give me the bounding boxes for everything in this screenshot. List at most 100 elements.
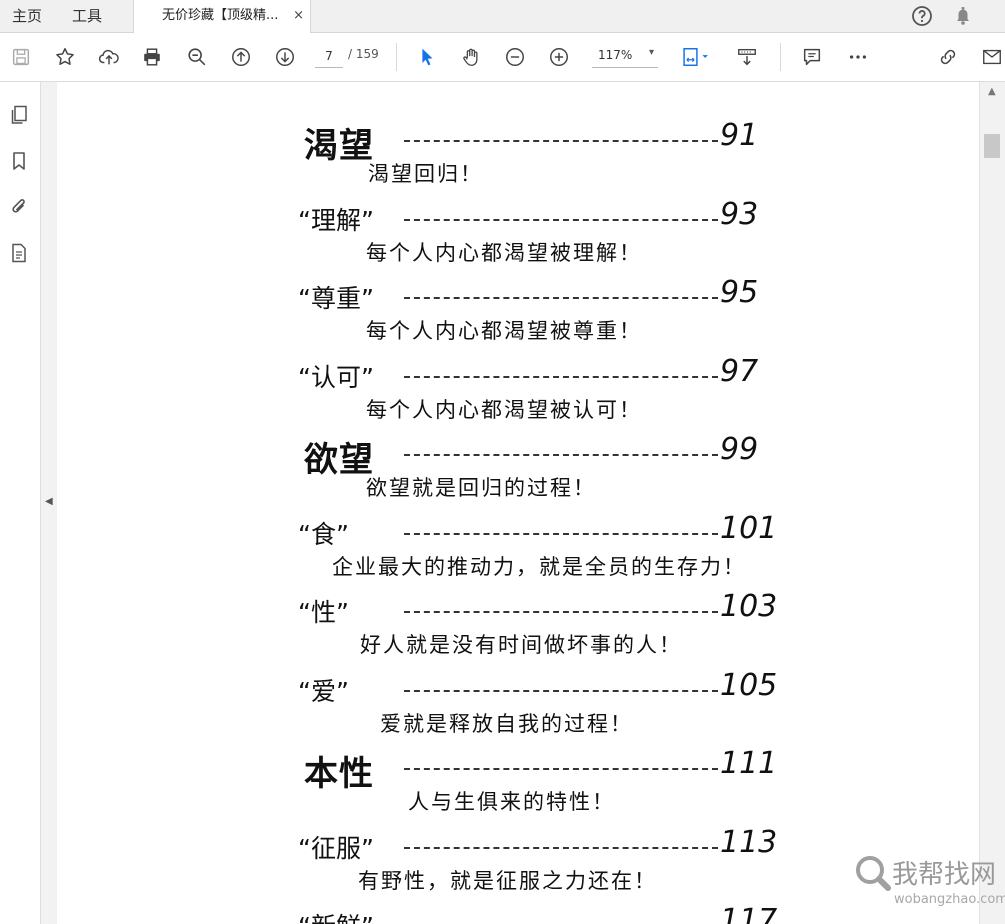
- page-thumbnails-button[interactable]: [8, 104, 30, 126]
- help-icon[interactable]: [910, 4, 934, 28]
- page-number-input[interactable]: [315, 45, 343, 68]
- toc-leader-dots: [404, 375, 718, 378]
- toolbar-divider: [396, 43, 397, 71]
- toc-entry-subtitle: 每个人内心都渴望被认可！: [366, 397, 642, 422]
- toc-page-number: 93: [720, 196, 759, 232]
- scroll-mode-button[interactable]: [734, 44, 760, 70]
- zoom-search-button[interactable]: [184, 44, 210, 70]
- zoom-select[interactable]: 117% ▾: [592, 45, 658, 68]
- toc-entry-subtitle: 欲望就是回归的过程！: [366, 476, 596, 500]
- toolbar-divider: [780, 43, 781, 71]
- cloud-upload-icon: [98, 49, 119, 65]
- save-button[interactable]: [8, 44, 34, 70]
- toc-leader-dots: [404, 297, 718, 299]
- printer-icon: [144, 48, 160, 66]
- pages-icon: [11, 105, 27, 124]
- toc-leader-dots: [404, 689, 718, 692]
- toc-entry-subtitle: 企业最大的推动力，就是全员的生存力！: [332, 554, 746, 579]
- toc-leader-dots: [404, 532, 718, 535]
- document-icon: [12, 243, 26, 263]
- fit-page-icon: [683, 48, 708, 66]
- tab-home[interactable]: 主页: [12, 0, 42, 32]
- scroll-up-icon[interactable]: ▲: [988, 86, 996, 97]
- upload-button[interactable]: [96, 44, 122, 70]
- toc-page-number: 91: [720, 118, 759, 153]
- zoom-in-icon: [550, 48, 568, 66]
- next-page-button[interactable]: [272, 44, 298, 70]
- zoom-out-icon: [506, 48, 524, 66]
- toc-entry-title: “爱”: [298, 676, 349, 706]
- share-link-button[interactable]: [935, 44, 961, 70]
- scrollbar-thumb[interactable]: [984, 134, 1000, 158]
- scroll-mode-icon: [738, 48, 756, 66]
- toc-entry-subtitle: 渴望回归！: [368, 162, 483, 186]
- watermark: 我帮找网 wobangzhao.com: [852, 852, 1005, 920]
- chevron-left-icon: ◀: [45, 496, 53, 507]
- vertical-scrollbar[interactable]: ▲: [979, 82, 1005, 924]
- paperclip-icon: [12, 199, 25, 213]
- prev-page-button[interactable]: [228, 44, 254, 70]
- zoom-in-button[interactable]: [546, 44, 572, 70]
- toc-entry-subtitle: 每个人内心都渴望被理解！: [366, 240, 642, 265]
- zoom-out-button[interactable]: [502, 44, 528, 70]
- watermark-url: wobangzhao.com: [894, 892, 1005, 907]
- toc-entry-title: 渴望: [304, 126, 374, 166]
- toc-entry-subtitle: 人与生俱来的特性！: [408, 790, 615, 814]
- sign-button[interactable]: [979, 44, 1005, 70]
- tab-tools[interactable]: 工具: [72, 0, 102, 32]
- arrow-up-circle-icon: [232, 48, 250, 66]
- toc-page-number: 103: [720, 589, 778, 624]
- attachments-panel-button[interactable]: [8, 196, 30, 218]
- print-button[interactable]: [139, 44, 165, 70]
- document-properties-button[interactable]: [8, 242, 30, 264]
- toc-page-number: 105: [720, 667, 778, 703]
- toc-page-number: 97: [720, 353, 759, 389]
- toc-entry-subtitle: 每个人内心都渴望被尊重！: [366, 319, 642, 343]
- toc-leader-dots: [404, 846, 718, 849]
- close-tab-button[interactable]: ×: [293, 0, 304, 32]
- magnifier-logo-icon: [856, 856, 891, 891]
- sign-icon: [983, 49, 1001, 65]
- comment-icon: [803, 48, 821, 66]
- document-page[interactable]: 渴望 91 渴望回归！ “理解” 93 每个人内心都渴望被理解！ “尊重” 95 每个人内心都渴…: [58, 82, 979, 924]
- toc-entry-title: “性”: [298, 598, 349, 627]
- hand-icon: [463, 48, 478, 66]
- tab-document[interactable]: 无价珍藏【顶级精... ×: [133, 0, 311, 33]
- zoom-search-icon: [188, 48, 206, 66]
- bookmarks-panel-button[interactable]: [8, 150, 30, 172]
- more-button[interactable]: [845, 44, 871, 70]
- toc-page-number: 99: [720, 432, 759, 467]
- toolbar: / 159 117% ▾: [0, 33, 1005, 82]
- toc-entry-title: “新鲜”: [298, 907, 374, 924]
- bookmark-icon: [13, 152, 25, 170]
- toc-entry-title: “食”: [298, 519, 349, 549]
- comment-button[interactable]: [799, 44, 825, 70]
- toc-entry-subtitle: 爱就是释放自我的过程！: [380, 711, 633, 736]
- toc-leader-dots: [404, 768, 718, 770]
- link-icon: [940, 49, 956, 65]
- bell-icon[interactable]: [951, 4, 975, 28]
- chevron-down-icon: ▾: [648, 47, 654, 58]
- toc-entry-title: “尊重”: [298, 284, 374, 313]
- toc-entry-title: 欲望: [304, 440, 374, 480]
- toc-entry-title: “认可”: [298, 362, 374, 392]
- toc-entry-subtitle: 好人就是没有时间做坏事的人！: [360, 633, 682, 657]
- bookmark-star-button[interactable]: [52, 44, 78, 70]
- star-icon: [56, 48, 74, 65]
- pointer-icon: [422, 48, 433, 66]
- side-panel-toggle[interactable]: ◀: [41, 82, 57, 924]
- tab-document-label: 无价珍藏【顶级精...: [162, 8, 279, 23]
- toc-leader-dots: [404, 140, 718, 142]
- hand-tool-button[interactable]: [458, 44, 484, 70]
- fit-page-button[interactable]: [678, 44, 714, 70]
- toc-entry-subtitle: 有野性，就是征服之力还在！: [358, 868, 657, 893]
- zoom-value: 117%: [598, 48, 633, 62]
- toc-page-number: 117: [720, 903, 778, 924]
- toc-page-number: 95: [720, 275, 759, 310]
- select-tool-button[interactable]: [414, 44, 440, 70]
- toc-leader-dots: [404, 611, 718, 613]
- toc-leader-dots: [404, 218, 718, 221]
- toc-page-number: 101: [720, 510, 778, 546]
- tab-bar: 主页 工具 无价珍藏【顶级精... ×: [0, 0, 1005, 33]
- watermark-title: 我帮找网: [892, 860, 997, 890]
